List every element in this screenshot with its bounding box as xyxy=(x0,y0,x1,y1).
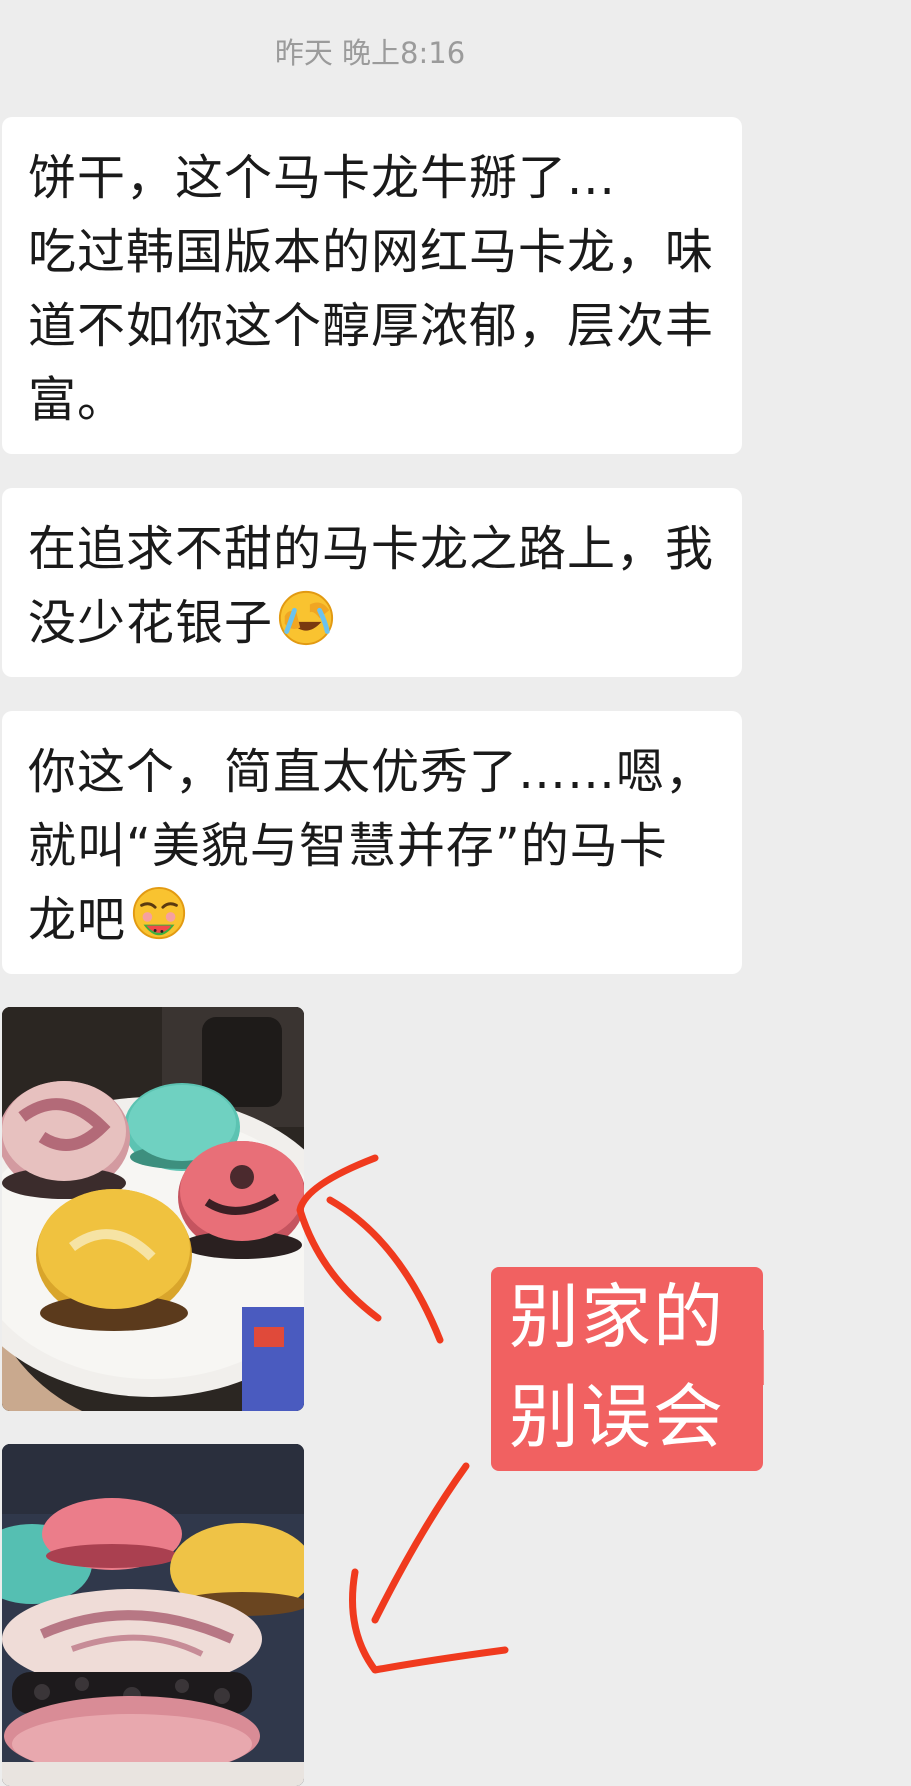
annotation-label: 别家的 别误会 xyxy=(491,1267,763,1471)
message-text-line: 没少花银子 xyxy=(28,586,718,660)
macaron-closeup-image xyxy=(2,1444,304,1786)
macarons-on-plate-photo[interactable] xyxy=(2,1007,304,1411)
eating-watermelon-emoji-icon xyxy=(132,886,186,940)
macaron-closeup-photo[interactable] xyxy=(2,1444,304,1786)
message-text-line: 道不如你这个醇厚浓郁，层次丰 xyxy=(28,298,715,354)
message-text-line: 富。 xyxy=(28,372,127,428)
annotation-label-line: 别误会 xyxy=(509,1376,725,1458)
message-text-fragment: 没少花银子 xyxy=(28,595,274,651)
message-text-line: 饼干，这个马卡龙牛掰了... xyxy=(28,150,616,206)
message-text-line: 就叫“美貌与智慧并存”的马卡 xyxy=(28,818,668,874)
upper-arrow-icon xyxy=(326,1196,444,1344)
chat-bubble-received[interactable]: 饼干，这个马卡龙牛掰了... 吃过韩国版本的网红马卡龙，味 道不如你这个醇厚浓郁… xyxy=(2,117,742,454)
message-text-fragment: 龙吧 xyxy=(28,892,127,948)
message-timestamp: 昨天 晚上8:16 xyxy=(274,36,466,70)
chat-bubble-received[interactable]: 你这个，简直太优秀了……嗯， 就叫“美貌与智慧并存”的马卡 龙吧 xyxy=(2,711,742,974)
lower-arrow-icon xyxy=(371,1462,470,1624)
lower-arrowhead-icon xyxy=(349,1568,509,1674)
facepalm-crying-emoji-icon xyxy=(278,590,334,646)
chat-bubble-received[interactable]: 在追求不甜的马卡龙之路上，我 没少花银子 xyxy=(2,488,742,677)
message-text-line: 你这个，简直太优秀了……嗯， xyxy=(28,744,715,800)
message-text-line: 吃过韩国版本的网红马卡龙，味 xyxy=(28,224,715,280)
message-text-line: 龙吧 xyxy=(28,883,718,957)
macarons-on-plate-image xyxy=(2,1007,304,1411)
upper-arrowhead-icon xyxy=(296,1154,382,1322)
annotation-label-line: 别家的 xyxy=(509,1276,725,1358)
message-text-line: 在追求不甜的马卡龙之路上，我 xyxy=(28,521,715,577)
